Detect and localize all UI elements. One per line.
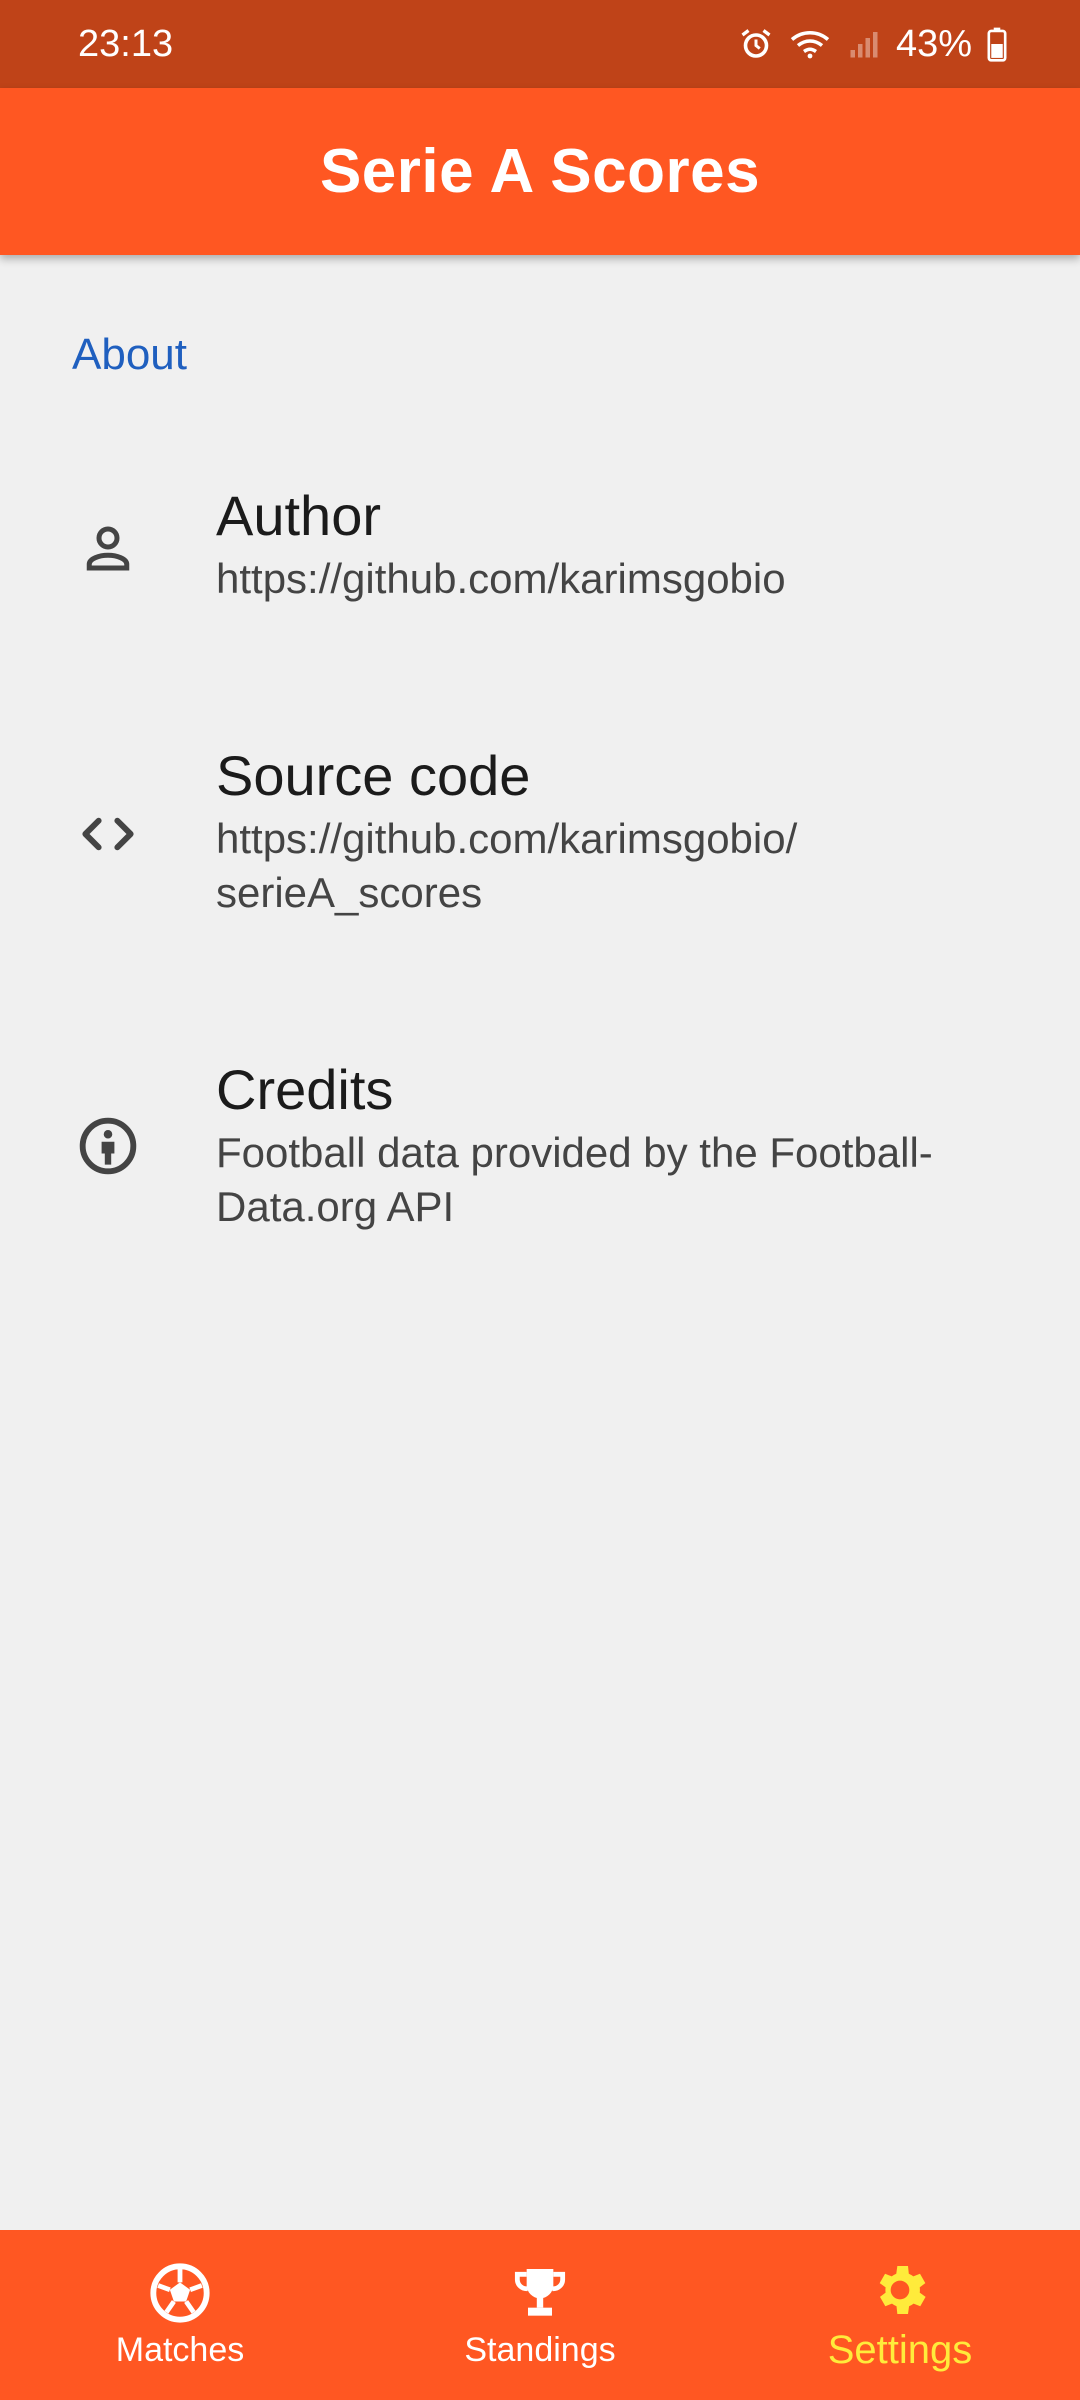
info-icon: [72, 1110, 144, 1182]
settings-item-subtitle: https://github.com/karimsgobio/ serieA_s…: [216, 815, 798, 916]
gear-icon: [868, 2258, 932, 2322]
status-icons: 43%: [738, 23, 1008, 66]
settings-item-title: Credits: [216, 1058, 394, 1121]
battery-icon: [986, 26, 1008, 62]
status-bar: 23:13 43%: [0, 0, 1080, 88]
battery-percent: 43%: [895, 22, 972, 65]
wifi-icon: [788, 26, 832, 62]
settings-item-subtitle: Football data provided by the Football- …: [216, 1129, 933, 1230]
status-time: 23:13: [78, 22, 174, 65]
person-icon: [72, 512, 144, 584]
nav-label: Matches: [115, 2330, 245, 2369]
nav-matches[interactable]: Matches: [0, 2230, 360, 2400]
alarm-icon: [738, 26, 774, 62]
settings-item-subtitle: https://github.com/karimsgobio: [216, 555, 786, 602]
settings-item-title: Author: [216, 484, 381, 547]
settings-item-source-code[interactable]: Source code https://github.com/karimsgob…: [0, 740, 1080, 930]
bottom-navigation: Matches Standings Settings: [0, 2230, 1080, 2400]
nav-label: Standings: [464, 2330, 616, 2369]
settings-item-credits[interactable]: Credits Football data provided by the Fo…: [0, 1054, 1080, 1244]
settings-item-author[interactable]: Author https://github.com/karimsgobio: [0, 480, 1080, 620]
app-bar: Serie A Scores: [0, 88, 1080, 255]
nav-settings[interactable]: Settings: [720, 2230, 1080, 2400]
soccer-ball-icon: [148, 2261, 212, 2325]
signal-icon: [846, 26, 882, 62]
code-icon: [72, 798, 144, 870]
trophy-icon: [508, 2261, 572, 2325]
nav-label: Settings: [827, 2327, 973, 2372]
app-title: Serie A Scores: [319, 137, 761, 206]
section-header-about: About: [72, 330, 187, 379]
nav-standings[interactable]: Standings: [360, 2230, 720, 2400]
settings-item-title: Source code: [216, 744, 531, 807]
